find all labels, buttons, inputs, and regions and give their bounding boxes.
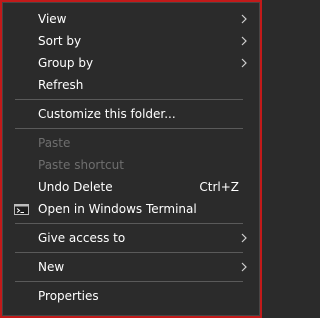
menu-item-properties[interactable]: Properties xyxy=(3,285,259,307)
chevron-right-icon xyxy=(241,58,247,68)
menu-item-label: Sort by xyxy=(38,34,82,48)
menu-item-paste-shortcut: Paste shortcut xyxy=(3,154,259,176)
menu-item-refresh[interactable]: Refresh xyxy=(3,74,259,96)
menu-separator xyxy=(15,281,243,282)
menu-separator xyxy=(15,99,243,100)
menu-item-give-access[interactable]: Give access to xyxy=(3,227,259,249)
terminal-icon xyxy=(14,204,29,215)
menu-item-new[interactable]: New xyxy=(3,256,259,278)
context-menu: View Sort by Group by Refresh Customize … xyxy=(2,2,260,316)
menu-separator xyxy=(15,128,243,129)
menu-item-label: Group by xyxy=(38,56,94,70)
menu-item-view[interactable]: View xyxy=(3,8,259,30)
menu-item-label: Undo Delete xyxy=(38,180,113,194)
menu-item-customize-folder[interactable]: Customize this folder... xyxy=(3,103,259,125)
menu-item-open-terminal[interactable]: Open in Windows Terminal xyxy=(3,198,259,220)
menu-item-label: Open in Windows Terminal xyxy=(38,202,197,216)
chevron-right-icon xyxy=(241,262,247,272)
menu-item-label: Refresh xyxy=(38,78,84,92)
menu-item-label: Customize this folder... xyxy=(38,107,176,121)
menu-item-label: Paste xyxy=(38,136,71,150)
menu-item-paste: Paste xyxy=(3,132,259,154)
menu-item-label: View xyxy=(38,12,67,26)
chevron-right-icon xyxy=(241,14,247,24)
menu-item-sort-by[interactable]: Sort by xyxy=(3,30,259,52)
menu-item-undo-delete[interactable]: Undo Delete Ctrl+Z xyxy=(3,176,259,198)
chevron-right-icon xyxy=(241,233,247,243)
selection-frame: View Sort by Group by Refresh Customize … xyxy=(0,0,262,318)
chevron-right-icon xyxy=(241,36,247,46)
menu-separator xyxy=(15,252,243,253)
menu-separator xyxy=(15,223,243,224)
menu-item-label: Give access to xyxy=(38,231,126,245)
menu-item-group-by[interactable]: Group by xyxy=(3,52,259,74)
menu-item-label: Properties xyxy=(38,289,99,303)
keyboard-shortcut: Ctrl+Z xyxy=(199,180,239,194)
menu-item-label: New xyxy=(38,260,65,274)
menu-item-label: Paste shortcut xyxy=(38,158,124,172)
